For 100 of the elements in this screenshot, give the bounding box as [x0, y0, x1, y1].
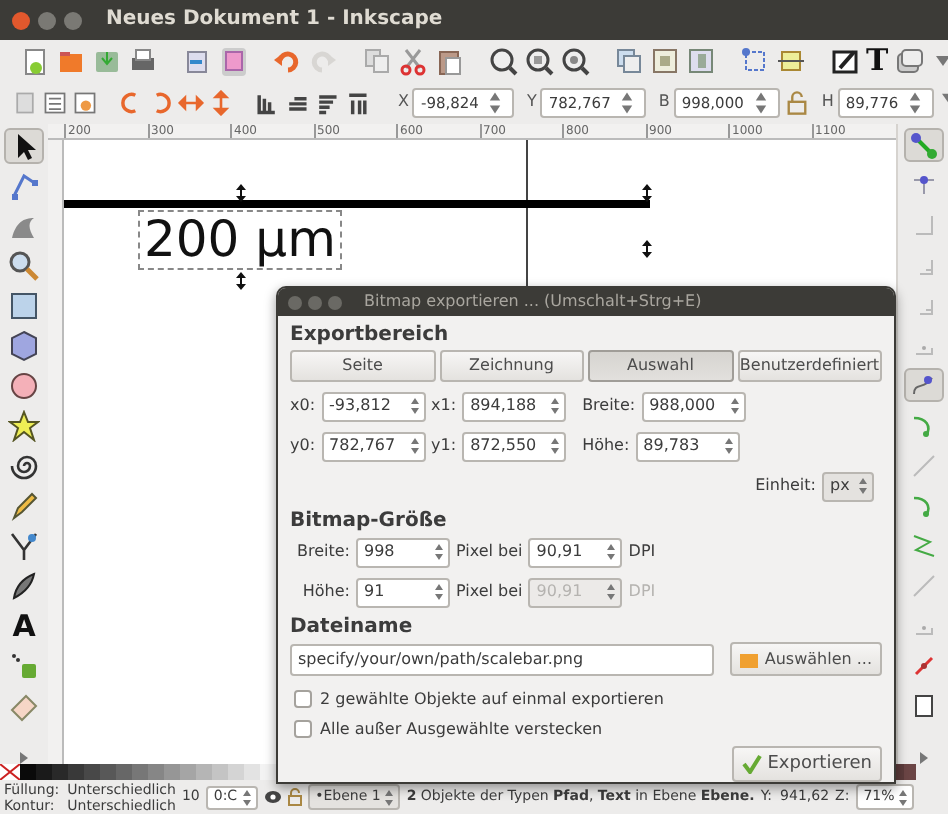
lock-icon[interactable] [287, 788, 302, 806]
filename-field[interactable]: specify/your/own/path/scalebar.png [290, 643, 715, 675]
lower-to-bottom-icon[interactable] [344, 89, 370, 115]
color-swatch[interactable] [100, 764, 116, 780]
spin-arrows-icon[interactable] [384, 787, 395, 807]
minimize-button[interactable] [38, 11, 56, 29]
checkbox-label: Alle außer Ausgewählte verstecken [320, 719, 603, 739]
spin-arrows-icon[interactable] [434, 542, 444, 562]
zoom-icon[interactable] [524, 45, 554, 75]
color-swatch[interactable] [260, 764, 276, 780]
fill-stroke-icon[interactable] [830, 45, 860, 75]
checkbox[interactable] [294, 690, 312, 708]
color-swatch[interactable] [228, 764, 244, 780]
color-swatch[interactable] [196, 764, 212, 780]
lock-icon[interactable] [783, 89, 810, 115]
minimize-button[interactable] [308, 295, 322, 309]
dpi-field[interactable]: 90,91 [528, 537, 623, 567]
color-swatch[interactable] [212, 764, 228, 780]
coordinate-field[interactable]: 988,000 [641, 391, 746, 421]
area-option-button[interactable]: Benutzerdefiniert [737, 350, 882, 382]
node-editor-icon[interactable] [740, 45, 770, 75]
dropdown-arrow-icon[interactable] [936, 55, 948, 65]
color-swatch[interactable] [180, 764, 196, 780]
maximize-button[interactable] [328, 295, 342, 309]
group-icon[interactable] [650, 45, 680, 75]
coordinate-field[interactable]: 782,767 [321, 431, 426, 461]
cut-icon[interactable] [398, 45, 428, 75]
layers-icon[interactable] [894, 45, 925, 75]
spin-arrows-icon[interactable] [858, 476, 868, 496]
ungroup-icon[interactable] [686, 45, 716, 75]
color-swatch[interactable] [52, 764, 68, 780]
scale-handle-icon[interactable] [236, 272, 246, 290]
export-button[interactable]: Exportieren [731, 746, 882, 782]
field-label: Pixel bei [456, 542, 523, 562]
color-swatch[interactable] [164, 764, 180, 780]
raise-to-top-icon[interactable] [254, 89, 280, 115]
select-all-icon[interactable] [12, 89, 38, 115]
close-button[interactable] [288, 295, 302, 309]
area-option-button[interactable]: Auswahl [588, 350, 733, 382]
print-icon[interactable] [128, 45, 158, 75]
lower-icon[interactable] [314, 89, 340, 115]
size-field[interactable]: 998 [356, 537, 450, 567]
field-label: y1: [431, 436, 457, 456]
spin-arrows-icon[interactable] [409, 396, 420, 416]
new-document-icon[interactable] [20, 45, 50, 75]
field-label: x1: [431, 396, 457, 416]
coordinate-field[interactable]: 872,550 [462, 431, 567, 461]
expand-arrow-icon[interactable] [20, 752, 28, 764]
maximize-button[interactable] [64, 11, 82, 29]
color-swatch[interactable] [116, 764, 132, 780]
no-paint-icon[interactable] [0, 764, 20, 780]
scale-handle-icon[interactable] [642, 240, 652, 258]
duplicate-icon[interactable] [614, 45, 644, 75]
color-swatch[interactable] [68, 764, 84, 780]
spin-arrows-icon[interactable] [434, 582, 444, 602]
spin-arrows-icon[interactable] [898, 787, 909, 807]
spin-arrows-icon[interactable] [550, 396, 561, 416]
browse-button[interactable]: Auswählen ... [730, 642, 882, 676]
area-option-button[interactable]: Seite [290, 350, 435, 382]
color-swatch[interactable] [36, 764, 52, 780]
spin-arrows-icon[interactable] [606, 542, 617, 562]
color-swatch[interactable] [148, 764, 164, 780]
flip-vertical-icon[interactable] [208, 89, 234, 115]
color-swatch[interactable] [84, 764, 100, 780]
color-swatch[interactable] [904, 764, 916, 780]
color-swatch[interactable] [132, 764, 148, 780]
scale-bar-label[interactable]: 200 µm [140, 212, 340, 268]
coordinate-field[interactable]: -93,812 [321, 391, 426, 421]
unit-dropdown[interactable]: px [822, 471, 874, 501]
scale-handle-icon[interactable] [642, 184, 652, 202]
export-icon[interactable] [218, 45, 248, 75]
coordinate-field[interactable]: 894,188 [462, 391, 567, 421]
text-tool-button[interactable]: A [4, 608, 44, 644]
spin-arrows-icon[interactable] [409, 436, 420, 456]
spin-arrows-icon[interactable] [729, 396, 740, 416]
flip-horizontal-icon[interactable] [178, 89, 204, 115]
paste-icon[interactable] [434, 45, 464, 75]
deselect-icon[interactable] [72, 89, 98, 115]
spin-arrows-icon[interactable] [241, 787, 252, 807]
expand-arrow-icon[interactable] [919, 752, 927, 764]
field-label: Höhe: [300, 582, 350, 602]
select-all-icon[interactable] [42, 89, 68, 115]
field-label: Y [526, 92, 537, 112]
scale-handle-icon[interactable] [236, 184, 246, 202]
import-icon[interactable] [182, 45, 212, 75]
zoom-icon[interactable] [560, 45, 590, 75]
zoom-icon[interactable] [488, 45, 518, 75]
color-swatch[interactable] [244, 764, 260, 780]
text-tool-button[interactable]: T [866, 45, 889, 75]
spin-arrows-icon[interactable] [723, 436, 734, 456]
align-icon[interactable] [776, 45, 806, 75]
checkbox[interactable] [294, 720, 312, 738]
coordinate-field[interactable]: 89,783 [635, 431, 740, 461]
eye-icon[interactable] [263, 790, 282, 804]
close-button[interactable] [12, 11, 30, 29]
duplicate-icon[interactable] [362, 45, 392, 75]
area-option-button[interactable]: Zeichnung [439, 350, 584, 382]
spin-arrows-icon[interactable] [550, 436, 561, 456]
field-label: x0: [290, 396, 316, 416]
color-swatch[interactable] [20, 764, 36, 780]
